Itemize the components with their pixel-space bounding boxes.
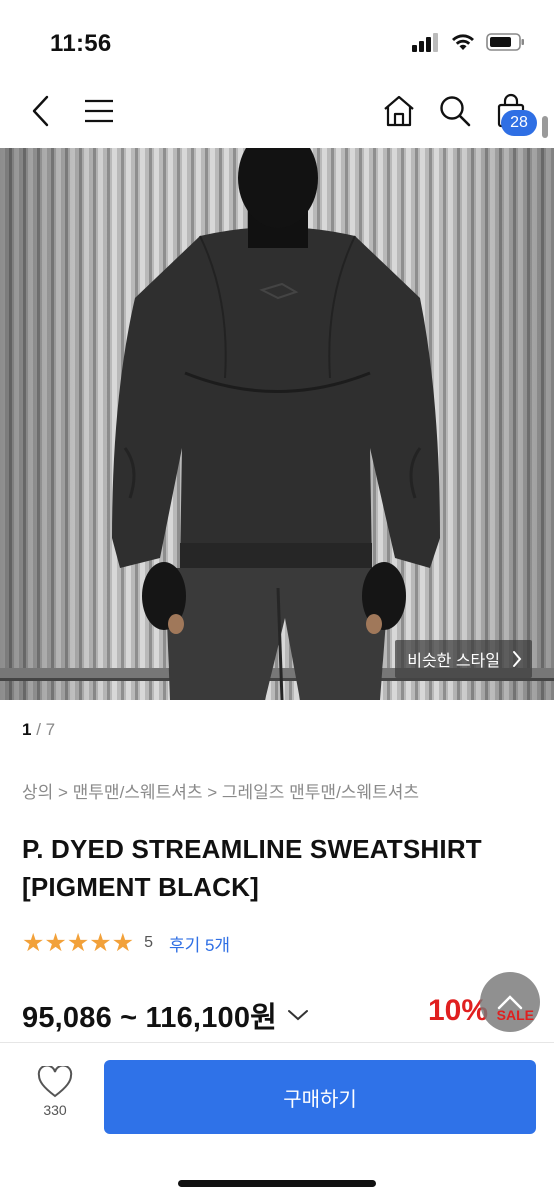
sale-tag: SALE [496,1007,534,1023]
breadcrumb[interactable]: 상의 > 맨투맨/스웨트셔츠 > 그레일즈 맨투맨/스웨트셔츠 [22,778,419,803]
pager-total: 7 [45,720,56,739]
battery-icon [486,33,524,51]
product-photo [0,148,554,700]
price-row: 95,086 ~ 116,100원 [22,994,309,1036]
home-indicator [178,1180,376,1187]
product-title: P. DYED STREAMLINE SWEATSHIRT [PIGMENT B… [22,834,482,902]
back-button[interactable] [18,88,64,134]
wifi-icon [452,34,474,50]
chevron-down-icon[interactable] [287,1008,309,1022]
rating-value: 5 [144,934,153,951]
star-rating: ★★★★★ [22,929,135,957]
chevron-left-icon [32,95,49,127]
status-icons [412,32,526,52]
menu-button[interactable] [76,88,122,134]
scroll-indicator [542,116,548,138]
search-icon [440,96,471,127]
home-button[interactable] [376,88,422,134]
product-image[interactable] [0,148,554,700]
pager-current: 1 [22,720,32,739]
hamburger-icon [85,99,113,123]
buy-button[interactable]: 구매하기 [104,1060,536,1134]
similar-style-button[interactable]: 비슷한 스타일 [395,640,532,678]
heart-icon [37,1066,73,1098]
home-icon [384,95,414,127]
status-bar: 11:56 [0,0,554,84]
like-count: 330 [43,1102,67,1118]
like-button[interactable]: 330 [24,1066,86,1130]
image-pager: 1 / 7 [22,720,55,740]
price-range: 95,086 ~ 116,100원 [22,1002,278,1034]
signal-icon [412,33,438,52]
pager-separator: / [36,720,41,739]
search-button[interactable] [432,88,478,134]
cart-count-badge: 28 [501,110,537,136]
scroll-top-button[interactable] [480,972,540,1032]
similar-style-label: 비슷한 스타일 [407,653,500,670]
nav-bar [0,84,554,148]
discount-rate: 10% [427,994,488,1027]
rating-row: ★★★★★ 5 후기 5개 [22,928,230,958]
status-time: 11:56 [50,30,112,57]
reviews-link[interactable]: 후기 5개 [169,931,230,956]
chevron-right-icon [513,651,522,667]
